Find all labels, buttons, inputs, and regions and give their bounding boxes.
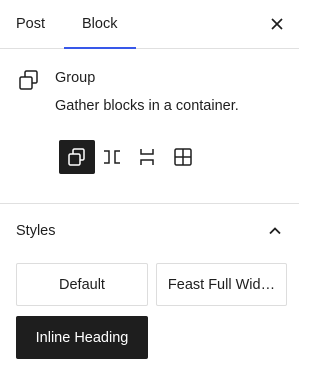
tab-block-label: Block — [82, 16, 118, 32]
grid-icon — [174, 148, 192, 166]
stack-icon — [140, 149, 154, 165]
tab-post[interactable]: Post — [16, 0, 45, 48]
styles-toggle-button[interactable] — [265, 221, 285, 241]
style-default-button[interactable]: Default — [16, 263, 148, 306]
styles-title: Styles — [16, 223, 56, 239]
variation-row-button[interactable] — [94, 140, 130, 174]
variation-group-button[interactable] — [59, 140, 95, 174]
block-card: Group Gather blocks in a container. — [0, 49, 299, 204]
block-title: Group — [55, 70, 96, 86]
variation-grid-button[interactable] — [165, 140, 201, 174]
block-description: Gather blocks in a container. — [55, 98, 239, 114]
style-inline-heading-label: Inline Heading — [35, 329, 129, 346]
group-icon — [19, 70, 38, 90]
close-button[interactable] — [265, 12, 289, 36]
close-icon — [271, 18, 283, 30]
style-feast-full-width-button[interactable]: Feast Full Wid… — [156, 263, 287, 306]
row-icon — [104, 150, 120, 164]
group-icon — [68, 148, 85, 166]
chevron-up-icon — [269, 227, 281, 235]
style-feast-label: Feast Full Wid… — [167, 276, 276, 293]
style-default-label: Default — [59, 276, 105, 293]
tab-block[interactable]: Block — [64, 0, 136, 49]
variation-stack-button[interactable] — [129, 140, 165, 174]
styles-panel-header[interactable]: Styles — [0, 205, 299, 257]
sidebar-tabs: Post Block — [0, 0, 299, 49]
style-inline-heading-button[interactable]: Inline Heading — [16, 316, 148, 359]
